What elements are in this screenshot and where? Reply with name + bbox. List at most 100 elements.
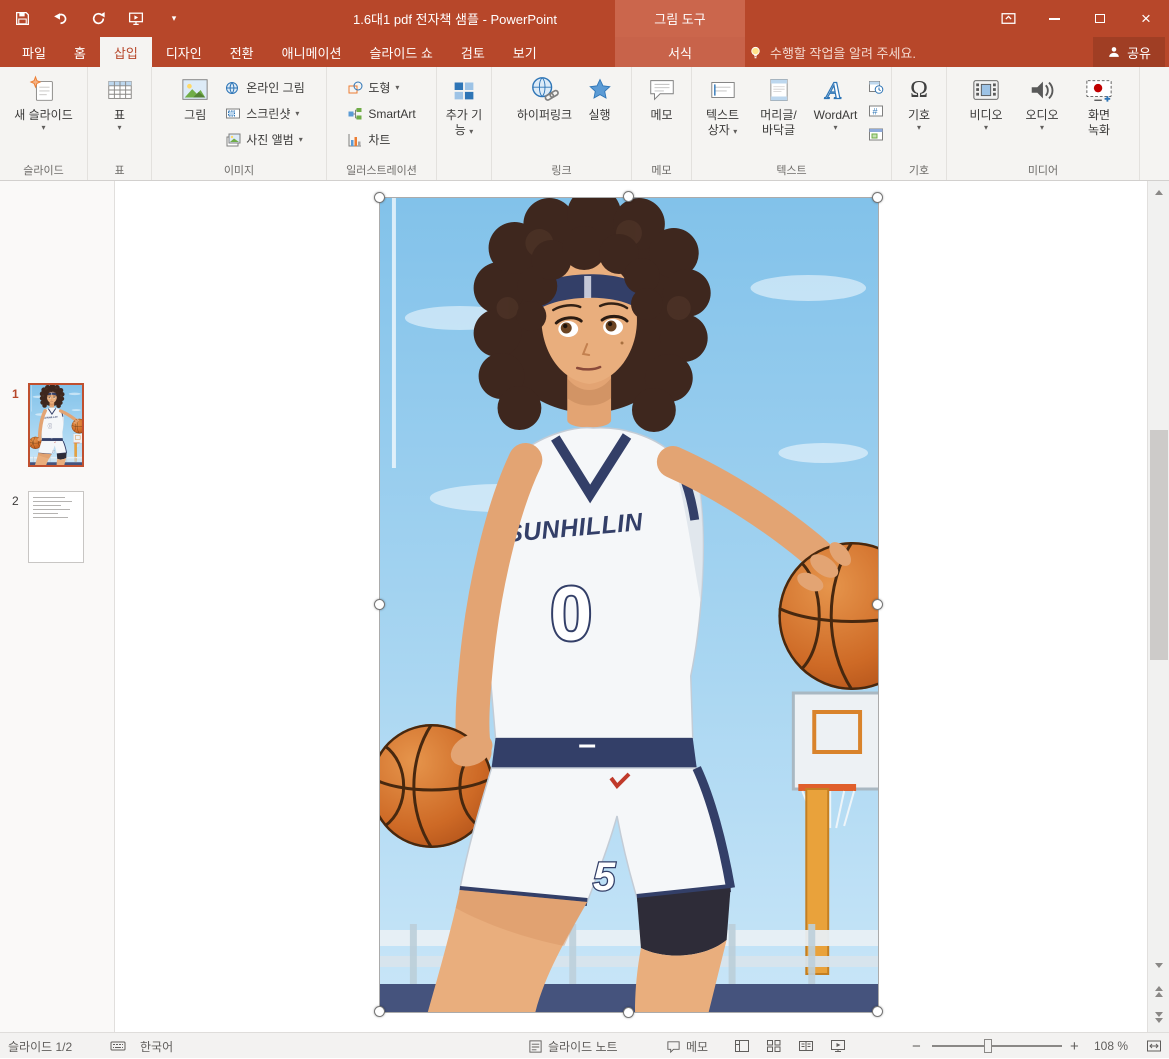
undo-button[interactable] xyxy=(48,6,72,32)
thumbnail-text-line xyxy=(33,497,66,498)
comment-button[interactable]: 메모 xyxy=(644,70,680,125)
fit-to-window-button[interactable] xyxy=(1146,1033,1162,1059)
textbox-button[interactable]: 텍스트 상자 ▾ xyxy=(696,70,750,140)
lightbulb-icon xyxy=(751,46,760,58)
customize-qat-dropdown[interactable]: ▾ xyxy=(162,6,186,32)
selection-handle-top-center[interactable] xyxy=(623,191,634,202)
shapes-button[interactable]: 도형 ▾ xyxy=(343,76,419,99)
notes-button[interactable]: 슬라이드 노트 xyxy=(528,1033,618,1059)
language-indicator[interactable]: 한국어 xyxy=(140,1033,173,1059)
vertical-scrollbar[interactable] xyxy=(1147,181,1169,1032)
selection-handle-top-right[interactable] xyxy=(872,192,883,203)
next-slide-button[interactable] xyxy=(1148,1006,1169,1028)
screen-recording-button[interactable]: 화면 녹화 xyxy=(1070,70,1128,140)
wordart-icon: A xyxy=(823,77,842,105)
zoom-slider-track[interactable] xyxy=(932,1045,1062,1047)
symbol-button[interactable]: Ω 기호 ▾ xyxy=(905,70,933,134)
maximize-button[interactable] xyxy=(1077,0,1123,37)
status-bar: 슬라이드 1/2 한국어 슬라이드 노트 메모 − + 108 % xyxy=(0,1032,1169,1058)
header-footer-icon xyxy=(769,79,788,101)
tab-review[interactable]: 검토 xyxy=(447,37,499,67)
tab-file[interactable]: 파일 xyxy=(8,37,60,67)
audio-button[interactable]: 오디오 ▾ xyxy=(1014,70,1070,134)
tab-insert[interactable]: 삽입 xyxy=(99,37,152,67)
slide-canvas[interactable] xyxy=(115,181,1147,1032)
group-links: 하이퍼링크 실행 링크 xyxy=(492,67,632,180)
pictures-button[interactable]: 그림 xyxy=(169,70,221,125)
selection-handle-bottom-left[interactable] xyxy=(374,1006,385,1017)
minimize-button[interactable] xyxy=(1031,0,1077,37)
smartart-icon xyxy=(348,107,362,119)
redo-button[interactable] xyxy=(86,6,110,32)
start-slideshow-button[interactable] xyxy=(124,6,148,32)
scroll-up-button[interactable] xyxy=(1148,181,1169,203)
double-chevron-down-icon xyxy=(1155,1011,1163,1017)
tab-slideshow[interactable]: 슬라이드 쇼 xyxy=(355,37,446,67)
new-slide-button[interactable]: 새 슬라이드 ▾ xyxy=(11,70,76,134)
ribbon-display-options-button[interactable] xyxy=(985,0,1031,37)
previous-slide-button[interactable] xyxy=(1148,980,1169,1002)
ime-indicator[interactable] xyxy=(110,1033,126,1059)
slide-number-button[interactable]: # xyxy=(864,100,888,122)
object-button[interactable] xyxy=(864,124,888,146)
tab-transitions[interactable]: 전환 xyxy=(216,37,268,67)
wordart-button[interactable]: A WordArt ▾ xyxy=(808,70,864,134)
double-chevron-up-icon xyxy=(1155,985,1163,991)
video-button[interactable]: 비디오 ▾ xyxy=(958,70,1014,134)
save-button[interactable] xyxy=(10,6,34,32)
comments-button[interactable]: 메모 xyxy=(666,1033,708,1059)
close-button[interactable]: × xyxy=(1123,0,1169,37)
view-slide-sorter-button[interactable] xyxy=(766,1033,782,1059)
action-button[interactable]: 실행 xyxy=(583,70,617,125)
photo-album-button[interactable]: 사진 앨범 ▾ xyxy=(221,128,309,151)
scroll-down-button[interactable] xyxy=(1148,954,1169,976)
tell-me-box[interactable]: 수행할 작업을 알려 주세요. xyxy=(748,37,916,67)
window-title: 1.6대1 pdf 전자책 샘플 - PowerPoint xyxy=(352,12,557,27)
picture-tools-label: 그림 도구 xyxy=(615,0,745,37)
person-icon xyxy=(1109,47,1119,57)
selection-handle-middle-left[interactable] xyxy=(374,599,385,610)
online-pictures-button[interactable]: 온라인 그림 xyxy=(221,76,309,99)
chevron-down-icon: ▾ xyxy=(983,123,988,132)
zoom-out-button[interactable]: − xyxy=(912,1033,921,1059)
basketball-girl-illustration xyxy=(380,198,878,1012)
chevron-down-icon: ▾ xyxy=(733,127,738,136)
slide-sorter-icon xyxy=(767,1040,781,1052)
zoom-slider-thumb[interactable] xyxy=(984,1039,992,1053)
scrollbar-thumb[interactable] xyxy=(1150,430,1168,660)
date-time-button[interactable] xyxy=(864,76,888,98)
zoom-in-button[interactable]: + xyxy=(1070,1033,1079,1059)
smartart-button[interactable]: SmartArt xyxy=(343,102,419,125)
hyperlink-button[interactable]: 하이퍼링크 xyxy=(507,70,583,125)
chevron-down-icon: ▾ xyxy=(117,123,122,132)
selection-handle-top-left[interactable] xyxy=(374,192,385,203)
selection-handle-middle-right[interactable] xyxy=(872,599,883,610)
selection-handle-bottom-right[interactable] xyxy=(872,1006,883,1017)
view-slideshow-button[interactable] xyxy=(830,1033,846,1059)
tab-format[interactable]: 서식 xyxy=(652,37,708,67)
header-footer-button[interactable]: 머리글/ 바닥글 xyxy=(750,70,808,140)
slide-2-number: 2 xyxy=(12,494,19,508)
addins-button[interactable]: 추가 기 능 ▾ xyxy=(443,70,485,140)
view-normal-button[interactable] xyxy=(734,1033,750,1059)
view-reading-button[interactable] xyxy=(798,1033,814,1059)
zoom-level[interactable]: 108 % xyxy=(1094,1033,1128,1059)
selected-picture[interactable] xyxy=(380,198,878,1012)
table-button[interactable]: 표 ▾ xyxy=(102,70,138,134)
comment-icon xyxy=(649,80,674,101)
selection-handle-bottom-center[interactable] xyxy=(623,1007,634,1018)
slide-indicator[interactable]: 슬라이드 1/2 xyxy=(8,1033,72,1059)
slide-2-thumbnail[interactable] xyxy=(28,491,84,563)
undo-icon xyxy=(53,13,66,25)
screenshot-button[interactable]: 스크린샷 ▾ xyxy=(221,102,309,125)
keyboard-icon xyxy=(110,1041,126,1051)
tab-animations[interactable]: 애니메이션 xyxy=(268,37,356,67)
slide-1-thumbnail[interactable] xyxy=(28,383,84,467)
double-chevron-up-icon xyxy=(1155,991,1163,997)
chart-button[interactable]: 차트 xyxy=(343,128,419,151)
tab-view[interactable]: 보기 xyxy=(499,37,551,67)
tab-home[interactable]: 홈 xyxy=(60,37,100,67)
tab-design[interactable]: 디자인 xyxy=(152,37,216,67)
notes-icon xyxy=(529,1039,542,1053)
share-button[interactable]: 공유 xyxy=(1093,37,1165,67)
